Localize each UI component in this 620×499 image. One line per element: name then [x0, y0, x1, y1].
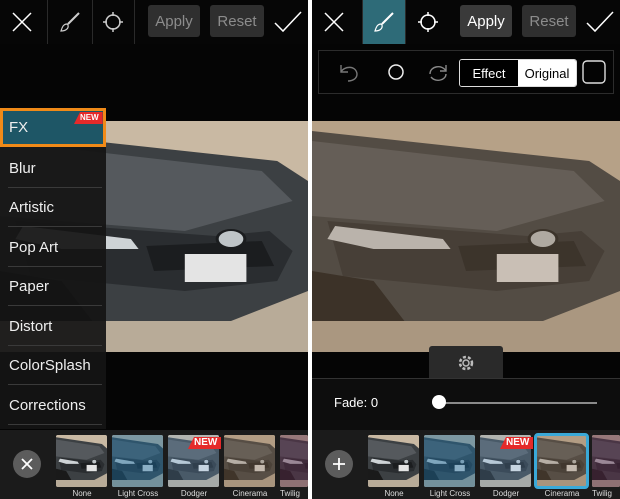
fade-control: Fade: 0	[312, 378, 620, 431]
top-toolbar: Apply Reset	[0, 0, 308, 44]
fade-label: Fade: 0	[334, 395, 379, 410]
close-button[interactable]	[312, 0, 356, 44]
selection-button[interactable]	[406, 0, 450, 44]
checkmark-icon	[274, 11, 302, 33]
menu-item-label: Paper	[9, 278, 50, 295]
selection-icon	[103, 12, 123, 32]
fill-button[interactable]	[581, 51, 607, 93]
effect-label: Dodger	[492, 489, 520, 498]
menu-item-label: Blur	[9, 160, 36, 177]
menu-item-label: Distort	[9, 318, 53, 335]
effects-strip: None Light Cross NEW Dodger Cinerama Twi…	[0, 430, 308, 499]
effect-label: Light Cross	[429, 489, 471, 498]
effect-label: Light Cross	[117, 489, 159, 498]
menu-item-corrections[interactable]: Corrections	[0, 386, 106, 425]
photo-canvas[interactable]	[312, 121, 620, 352]
apply-button[interactable]: Apply	[460, 5, 512, 37]
fade-slider-track[interactable]	[437, 402, 597, 404]
effect-thumbnail-twilight[interactable]	[280, 435, 308, 487]
close-button[interactable]	[0, 0, 44, 44]
checkmark-icon	[586, 11, 614, 33]
effect-label: Cinerama	[544, 489, 580, 498]
top-toolbar: Apply Reset	[312, 0, 620, 44]
square-icon	[582, 60, 606, 84]
menu-item-paper[interactable]: Paper	[0, 267, 106, 306]
effect-label: Twilig	[280, 489, 301, 498]
effect-label: Cinerama	[232, 489, 268, 498]
effect-toggle-button[interactable]: Effect	[460, 60, 518, 86]
redo-icon	[429, 65, 447, 81]
effect-category-menu: FX NEW Blur Artistic Pop Art Paper Disto…	[0, 108, 106, 429]
selection-button[interactable]	[92, 0, 135, 44]
brush-controls: Effect Original	[318, 50, 614, 94]
done-button[interactable]	[268, 0, 308, 44]
brush-icon	[60, 12, 80, 32]
brush-button[interactable]	[47, 0, 93, 44]
gear-icon	[458, 355, 474, 371]
menu-item-fx[interactable]: FX NEW	[0, 108, 106, 147]
selection-icon	[418, 12, 438, 32]
circle-icon	[388, 64, 404, 80]
menu-item-blur[interactable]: Blur	[0, 149, 106, 188]
brush-icon	[374, 12, 394, 32]
undo-button[interactable]	[333, 51, 363, 93]
effects-strip: None Light Cross NEW Dodger Cinerama Twi…	[312, 430, 620, 499]
reset-button[interactable]: Reset	[522, 5, 576, 37]
close-icon	[21, 458, 33, 470]
effect-thumbnail-light-cross[interactable]	[424, 435, 475, 487]
menu-item-distort[interactable]: Distort	[0, 307, 106, 346]
effect-thumbnail-none[interactable]	[56, 435, 107, 487]
effect-label: Dodger	[180, 489, 208, 498]
brush-button[interactable]	[362, 0, 406, 44]
close-icon	[324, 12, 344, 32]
effect-label: Twilig	[592, 489, 613, 498]
close-effects-button[interactable]	[13, 450, 41, 478]
brush-size-button[interactable]	[381, 51, 411, 93]
effect-label: None	[384, 489, 404, 498]
effect-thumbnail-cinerama[interactable]	[534, 433, 589, 489]
effect-thumbnail-light-cross[interactable]	[112, 435, 163, 487]
original-toggle-button[interactable]: Original	[518, 60, 576, 86]
effect-thumbnail-none[interactable]	[368, 435, 419, 487]
menu-item-label: Pop Art	[9, 239, 59, 256]
effect-label: None	[72, 489, 92, 498]
left-screen: Apply Reset FX NEW Blur Artistic Pop Art…	[0, 0, 308, 499]
menu-item-label: Artistic	[9, 199, 54, 216]
effect-thumbnail-cinerama[interactable]	[224, 435, 275, 487]
undo-icon	[340, 65, 358, 82]
menu-item-artistic[interactable]: Artistic	[0, 188, 106, 227]
settings-button[interactable]	[429, 346, 503, 380]
menu-item-pop-art[interactable]: Pop Art	[0, 228, 106, 267]
right-screen: Apply Reset Effect Original Fade: 0 None…	[312, 0, 620, 499]
add-effect-button[interactable]	[325, 450, 353, 478]
menu-item-label: ColorSplash	[9, 357, 91, 374]
plus-icon	[333, 458, 345, 470]
close-icon	[12, 12, 32, 32]
menu-item-label: Corrections	[9, 397, 86, 414]
reset-button[interactable]: Reset	[210, 5, 264, 37]
fade-slider-handle[interactable]	[432, 395, 446, 409]
effect-thumbnail-twilight[interactable]	[592, 435, 620, 487]
menu-item-label: FX	[9, 119, 29, 136]
redo-button[interactable]	[423, 51, 453, 93]
apply-button[interactable]: Apply	[148, 5, 200, 37]
new-badge: NEW	[74, 112, 103, 124]
effect-original-toggle: Effect Original	[459, 59, 577, 87]
menu-item-colorsplash[interactable]: ColorSplash	[0, 346, 106, 385]
done-button[interactable]	[580, 0, 620, 44]
